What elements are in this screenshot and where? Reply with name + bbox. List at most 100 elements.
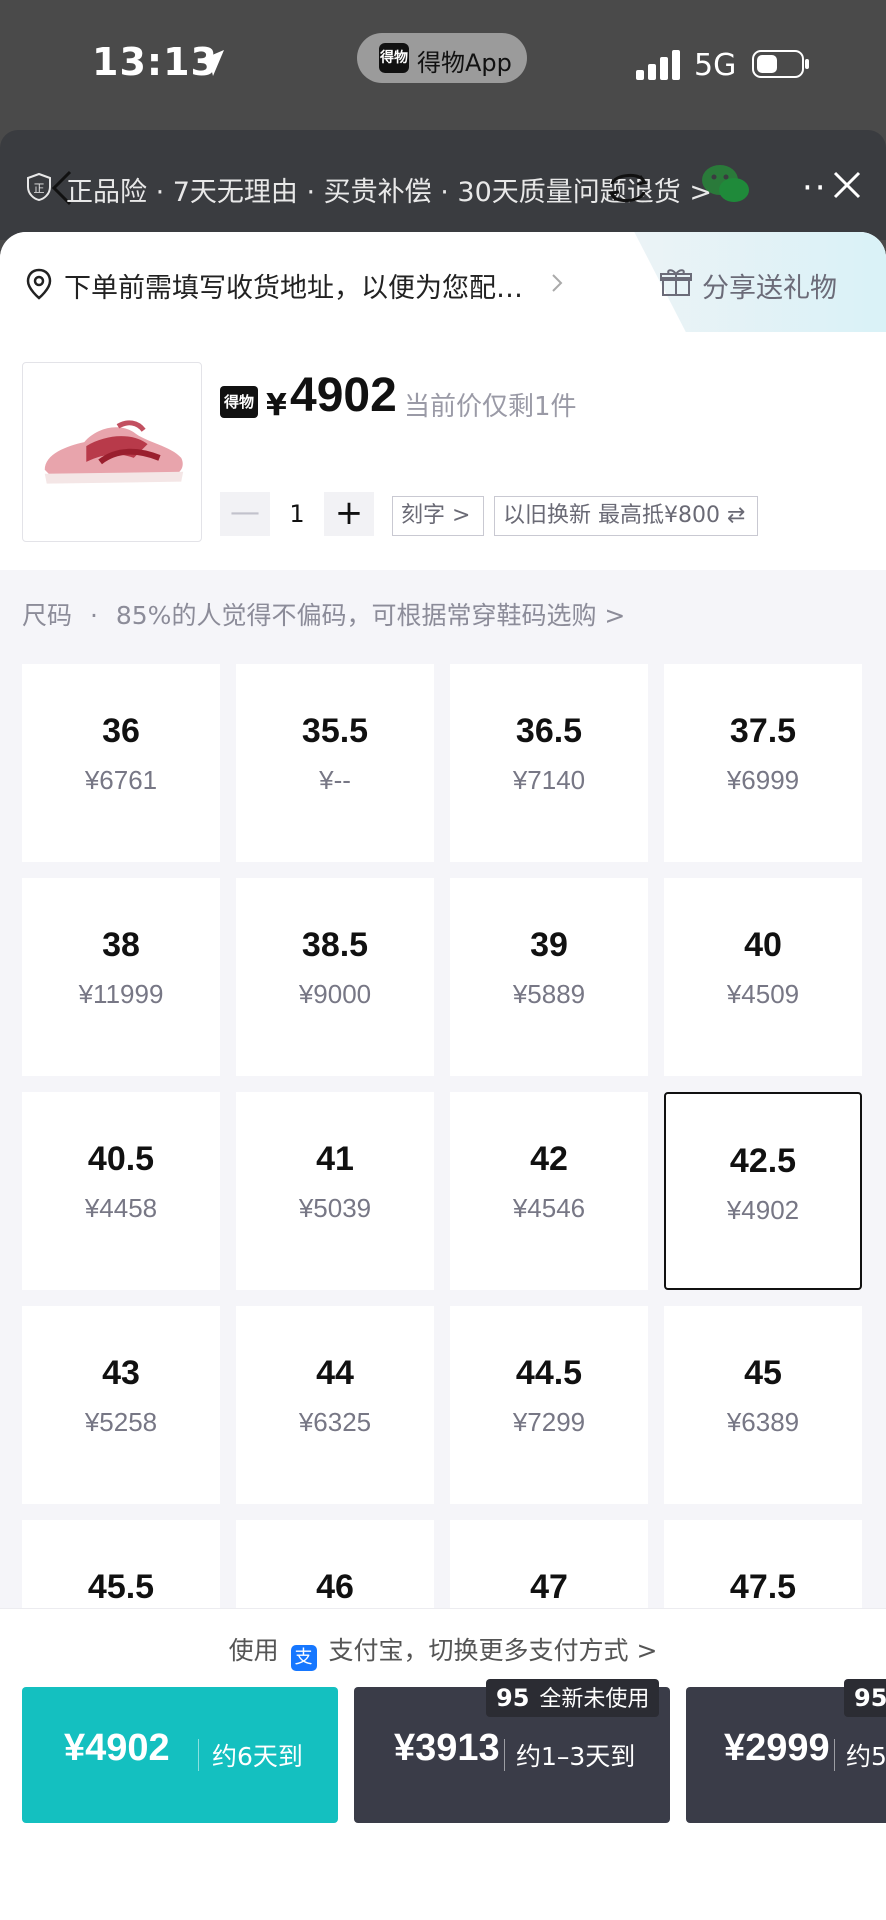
size-price: ¥4902 (726, 1195, 800, 1225)
size-option-44[interactable]: 44 ¥6325 (236, 1306, 434, 1504)
cellular-signal-icon (636, 50, 680, 80)
size-price: ¥6761 (84, 765, 158, 795)
buy-price: ¥2999 (724, 1727, 830, 1769)
size-option-38.5[interactable]: 38.5 ¥9000 (236, 878, 434, 1076)
buy-button-near-new[interactable]: 95 全新未使用 ¥3913 约1–3天到 (354, 1679, 670, 1823)
app-logo: 得物 (379, 43, 409, 73)
price-logo: 得物 (220, 386, 258, 418)
quantity-increase-button[interactable]: + (324, 492, 374, 536)
buy-price: ¥3913 (394, 1727, 500, 1769)
app-indicator-pill[interactable]: 得物 得物App (357, 33, 527, 83)
condition-score: 95 (496, 1684, 530, 1712)
size-option-36.5[interactable]: 36.5 ¥7140 (450, 664, 648, 862)
size-price: ¥11999 (78, 979, 164, 1009)
wechat-icon[interactable] (698, 160, 754, 208)
size-price: ¥-- (319, 765, 351, 795)
size-label: 45 (744, 1354, 782, 1392)
refresh-icon[interactable] (606, 168, 650, 208)
size-label: 39 (530, 926, 568, 964)
size-label: 41 (316, 1140, 354, 1178)
size-label: 46 (316, 1568, 354, 1606)
size-option-41[interactable]: 41 ¥5039 (236, 1092, 434, 1290)
size-price: ¥4546 (512, 1193, 586, 1223)
size-price: ¥4509 (726, 979, 800, 1009)
network-type: 5G (694, 48, 737, 83)
size-label: 36.5 (515, 712, 583, 750)
delivery-time: 约6天到 (212, 1742, 303, 1771)
size-label: 40.5 (87, 1140, 155, 1178)
size-label: 42.5 (729, 1142, 797, 1180)
price-stock-note: 当前价仅剩1件 (404, 392, 577, 422)
gift-icon (660, 269, 692, 296)
size-label: 35.5 (301, 712, 369, 750)
trade-in-option[interactable]: 以旧换新 最高抵¥800 ⇄ (494, 496, 758, 536)
buy-button-standard[interactable]: ¥4902 约6天到 (22, 1687, 338, 1823)
size-option-42.5[interactable]: 42.5 ¥4902 (664, 1092, 862, 1290)
size-option-45[interactable]: 45 ¥6389 (664, 1306, 862, 1504)
size-dot: · (89, 601, 98, 630)
condition-badge: 95 (844, 1679, 886, 1717)
delivery-time: 约5– (846, 1742, 886, 1771)
condition-text: 全新未使用 (539, 1687, 650, 1712)
size-option-38[interactable]: 38 ¥11999 (22, 878, 220, 1076)
size-price: ¥7140 (512, 765, 586, 795)
payment-method-selector[interactable]: 使用 支 支付宝，切换更多支付方式 > (0, 1631, 886, 1671)
size-label: 36 (102, 712, 140, 750)
divider (834, 1739, 835, 1771)
delivery-time: 约1–3天到 (516, 1742, 636, 1771)
size-option-40[interactable]: 40 ¥4509 (664, 878, 862, 1076)
size-label: 47 (530, 1568, 568, 1606)
battery-icon (752, 50, 809, 78)
buy-button-used[interactable]: 95 ¥2999 约5– (686, 1679, 886, 1823)
more-icon[interactable]: ·· (802, 171, 828, 205)
address-bar[interactable]: 下单前需填写收货地址，以便为您配… 分享送礼物 (0, 232, 886, 332)
status-bar: 13:13 得物 得物App 5G (0, 0, 886, 130)
size-label: 42 (530, 1140, 568, 1178)
chevron-right-icon (552, 274, 563, 292)
size-price: ¥9000 (298, 979, 372, 1009)
payment-prefix: 使用 (228, 1636, 279, 1665)
size-price: ¥5039 (298, 1193, 372, 1223)
divider (198, 1739, 199, 1771)
condition-badge: 95 全新未使用 (486, 1679, 660, 1717)
divider (504, 1739, 505, 1771)
size-option-37.5[interactable]: 37.5 ¥6999 (664, 664, 862, 862)
alipay-icon: 支 (290, 1645, 317, 1671)
address-prompt[interactable]: 下单前需填写收货地址，以便为您配… (64, 266, 523, 305)
size-label: 45.5 (87, 1568, 155, 1606)
size-option-39[interactable]: 39 ¥5889 (450, 878, 648, 1076)
size-label: 47.5 (729, 1568, 797, 1606)
sneaker-image (44, 420, 184, 484)
size-option-44.5[interactable]: 44.5 ¥7299 (450, 1306, 648, 1504)
size-label: 43 (102, 1354, 140, 1392)
size-section-header[interactable]: 尺码 · 85%的人觉得不偏码，可根据常穿鞋码选购 > (22, 596, 625, 632)
size-price: ¥6389 (726, 1407, 800, 1437)
size-option-36[interactable]: 36 ¥6761 (22, 664, 220, 862)
size-option-43[interactable]: 43 ¥5258 (22, 1306, 220, 1504)
quantity-decrease-button[interactable]: — (220, 492, 270, 536)
product-thumbnail[interactable] (22, 362, 202, 542)
size-price: ¥4458 (84, 1193, 158, 1223)
payment-suffix: 支付宝，切换更多支付方式 > (328, 1636, 658, 1665)
size-option-42[interactable]: 42 ¥4546 (450, 1092, 648, 1290)
size-label: 37.5 (729, 712, 797, 750)
engrave-option[interactable]: 刻字 > (392, 496, 484, 536)
size-label: 44.5 (515, 1354, 583, 1392)
close-icon[interactable] (830, 168, 864, 202)
size-title: 尺码 (22, 601, 73, 630)
share-gift-label[interactable]: 分享送礼物 (702, 266, 837, 305)
size-price: ¥7299 (512, 1407, 586, 1437)
buy-price: ¥4902 (64, 1727, 170, 1769)
app-name: 得物App (417, 49, 512, 77)
size-label: 38.5 (301, 926, 369, 964)
size-price: ¥5258 (84, 1407, 158, 1437)
assurance-header: 正 正品险 · 7天无理由 · 买贵补偿 · 30天质量问题退货 > ·· (0, 130, 886, 240)
size-option-40.5[interactable]: 40.5 ¥4458 (22, 1092, 220, 1290)
size-fit-hint: 85%的人觉得不偏码，可根据常穿鞋码选购 > (115, 601, 626, 630)
svg-text:正: 正 (34, 182, 45, 195)
size-option-35.5[interactable]: 35.5 ¥-- (236, 664, 434, 862)
size-price: ¥6325 (298, 1407, 372, 1437)
size-price: ¥5889 (512, 979, 586, 1009)
currency-symbol: ¥ (266, 388, 287, 423)
product-summary: 得物 ¥ 4902 当前价仅剩1件 — 1 + 刻字 > 以旧换新 最高抵¥80… (0, 332, 886, 570)
